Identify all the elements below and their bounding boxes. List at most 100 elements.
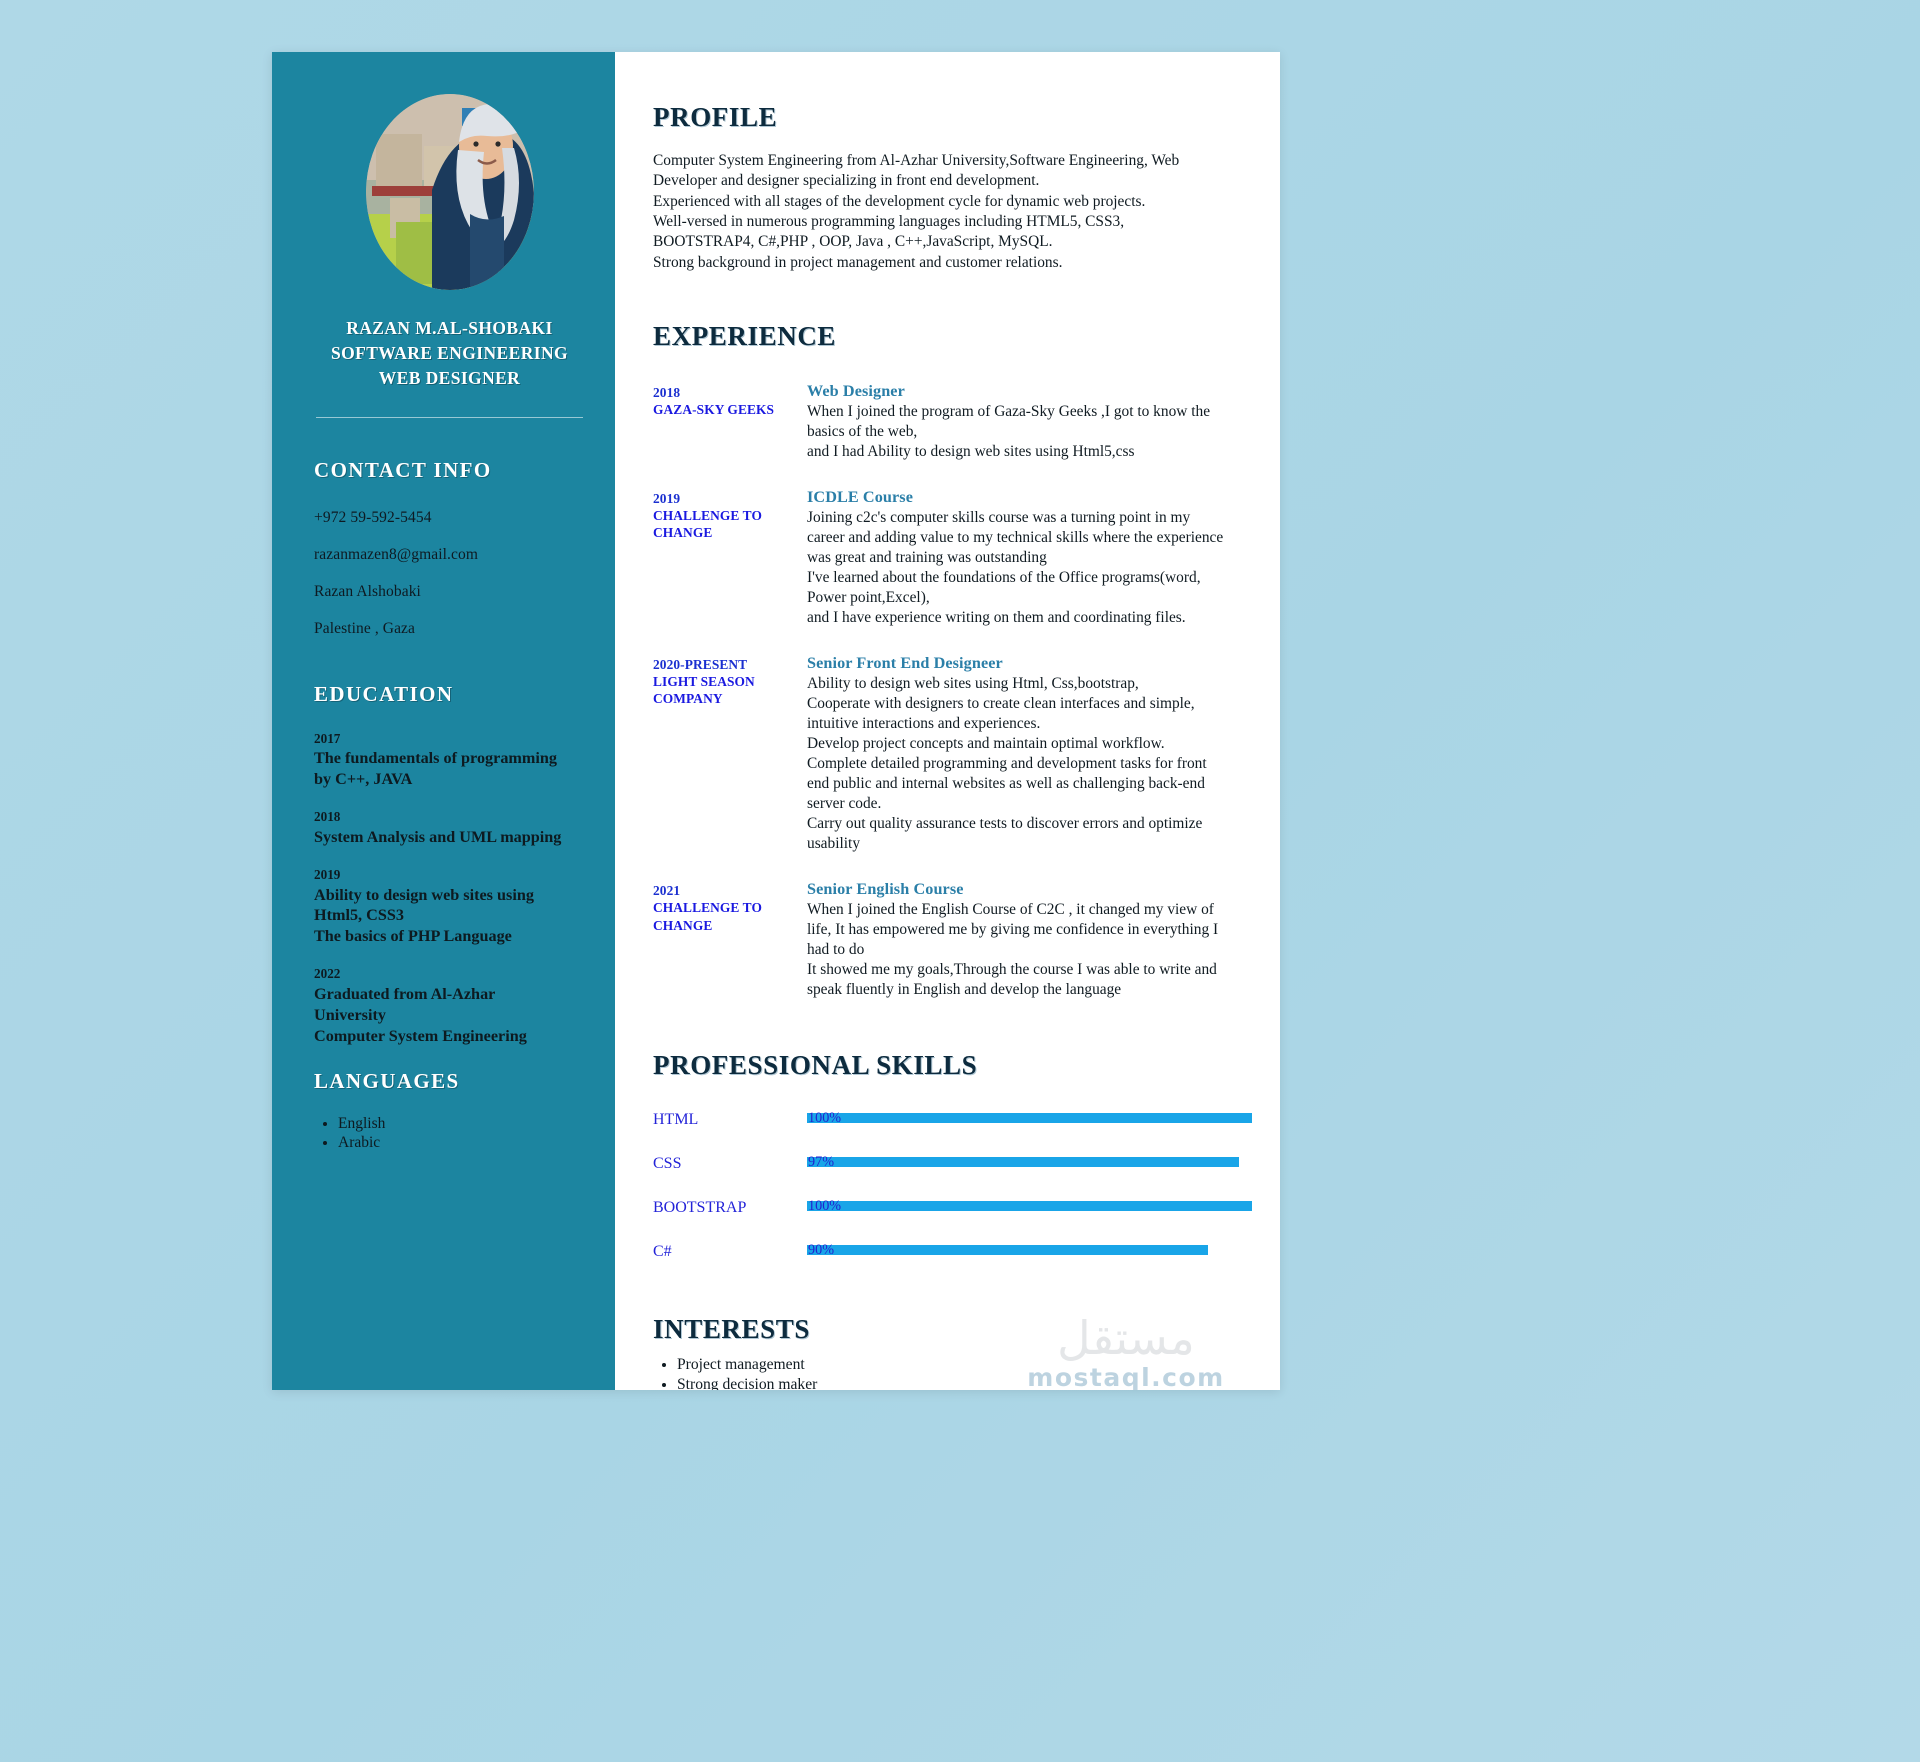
experience-line: Power point,Excel), (807, 589, 930, 607)
education-item: 2019 Ability to design web sites using H… (314, 865, 585, 947)
candidate-name: RAZAN M.AL-SHOBAKI (346, 318, 553, 338)
experience-description: When I joined the program of Gaza-Sky Ge… (807, 402, 1252, 462)
experience-line: Complete detailed programming and develo… (807, 755, 1207, 773)
experience-company: CHANGE (653, 525, 713, 541)
skill-row: BOOTSTRAP 100% (653, 1196, 1252, 1218)
experience-meta: 2020-PRESENT LIGHT SEASON COMPANY (653, 654, 807, 854)
experience-line: career and adding value to my technical … (807, 529, 1224, 547)
candidate-field: SOFTWARE ENGINEERING (330, 342, 568, 363)
skill-bar-fill (807, 1245, 1208, 1256)
experience-meta: 2019 CHALLENGE TO CHANGE (653, 488, 807, 628)
contact-location: Palestine , Gaza (314, 619, 416, 637)
skill-row: HTML 100% (653, 1108, 1252, 1130)
profile-line: Developer and designer specializing in f… (653, 172, 1040, 190)
education-line: Html5, CSS3 (314, 906, 404, 925)
candidate-role: WEB DESIGNER (378, 367, 521, 388)
experience-item: 2019 CHALLENGE TO CHANGE ICDLE Course Jo… (653, 488, 1252, 628)
experience-year: 2018 (653, 384, 681, 400)
skill-bar-fill (807, 1113, 1252, 1124)
experience-line: When I joined the English Course of C2C … (807, 901, 1214, 919)
experience-company: COMPANY (653, 691, 723, 707)
education-line: by C++, JAVA (314, 770, 413, 789)
contact-info-heading: CONTACT INFO (314, 457, 492, 482)
experience-line: Carry out quality assurance tests to dis… (807, 815, 1203, 833)
profile-line: Strong background in project management … (653, 253, 1063, 271)
experience-meta: 2018 GAZA-SKY GEEKS (653, 382, 807, 462)
profile-photo-icon (365, 94, 534, 290)
education-line: Ability to design web sites using (314, 885, 534, 904)
experience-line: Joining c2c's computer skills course was… (807, 509, 1191, 527)
profile-heading: PROFILE (653, 102, 778, 132)
skill-percent: 90% (808, 1242, 835, 1259)
interests-list: Project management Strong decision maker… (677, 1355, 1252, 1390)
experience-line: It showed me my goals,Through the course… (807, 961, 1217, 979)
experience-description: Joining c2c's computer skills course was… (807, 508, 1252, 628)
education-line: The basics of PHP Language (314, 927, 512, 946)
contact-phone: +972 59-592-5454 (314, 508, 432, 526)
skill-bar-fill (807, 1201, 1252, 1212)
education-line: The fundamentals of programming (314, 749, 557, 768)
interests-heading: INTERESTS (653, 1314, 810, 1345)
education-line: Graduated from Al-Azhar (314, 985, 496, 1004)
experience-line: When I joined the program of Gaza-Sky Ge… (807, 402, 1211, 420)
experience-item: 2018 GAZA-SKY GEEKS Web Designer When I … (653, 382, 1252, 462)
candidate-name-block: RAZAN M.AL-SHOBAKI SOFTWARE ENGINEERING … (314, 316, 585, 391)
experience-line: had to do (807, 941, 865, 959)
sidebar: RAZAN M.AL-SHOBAKI SOFTWARE ENGINEERING … (272, 52, 615, 1390)
experience-line: server code. (807, 795, 882, 813)
experience-title: ICDLE Course (807, 488, 913, 507)
experience-detail: Senior Front End Designeer Ability to de… (807, 654, 1252, 854)
experience-line: Develop project concepts and maintain op… (807, 735, 1165, 753)
skill-percent: 97% (808, 1154, 835, 1171)
experience-company: CHANGE (653, 917, 713, 933)
skill-bar-fill (807, 1157, 1239, 1168)
education-year: 2018 (314, 809, 341, 825)
experience-detail: ICDLE Course Joining c2c's computer skil… (807, 488, 1252, 628)
experience-year: 2020-PRESENT (653, 657, 748, 673)
experience-line: life, It has empowered me by giving me c… (807, 921, 1219, 939)
experience-line: I've learned about the foundations of th… (807, 569, 1201, 587)
avatar (365, 94, 534, 290)
experience-line: Cooperate with designers to create clean… (807, 695, 1195, 713)
profile-line: BOOTSTRAP4, C#,PHP , OOP, Java , C++,Jav… (653, 233, 1053, 251)
experience-title: Web Designer (807, 381, 905, 400)
list-item: Arabic (338, 1133, 585, 1153)
experience-year: 2021 (653, 883, 681, 899)
languages-list: English Arabic (338, 1114, 585, 1153)
experience-line: usability (807, 835, 861, 853)
experience-item: 2020-PRESENT LIGHT SEASON COMPANY Senior… (653, 654, 1252, 854)
list-item: English (338, 1114, 585, 1134)
experience-detail: Senior English Course When I joined the … (807, 880, 1252, 1000)
skill-bar-track: 97% (807, 1152, 1252, 1174)
experience-company: CHALLENGE TO (653, 900, 762, 916)
education-item: 2017 The fundamentals of programming by … (314, 729, 585, 791)
skill-bar-track: 100% (807, 1108, 1252, 1130)
education-year: 2017 (314, 730, 341, 746)
languages-heading: LANGUAGES (314, 1068, 460, 1093)
contact-social: Razan Alshobaki (314, 582, 421, 600)
experience-description: Ability to design web sites using Html, … (807, 674, 1252, 854)
profile-line: Experienced with all stages of the devel… (653, 192, 1146, 210)
education-line: University (314, 1005, 386, 1024)
skill-row: C# 90% (653, 1240, 1252, 1262)
list-item: Strong decision maker (677, 1375, 1252, 1390)
experience-line: basics of the web, (807, 422, 918, 440)
experience-item: 2021 CHALLENGE TO CHANGE Senior English … (653, 880, 1252, 1000)
profile-line: Computer System Engineering from Al-Azha… (653, 152, 1180, 169)
contact-email[interactable]: razanmazen8@gmail.com (314, 546, 585, 564)
education-item: 2018 System Analysis and UML mapping (314, 807, 585, 848)
skill-row: CSS 97% (653, 1152, 1252, 1174)
education-year: 2019 (314, 866, 341, 882)
list-item: Project management (677, 1355, 1252, 1374)
professional-skills-heading: PROFESSIONAL SKILLS (653, 1050, 978, 1081)
education-year: 2022 (314, 966, 341, 982)
profile-body: Computer System Engineering from Al-Azha… (653, 151, 1252, 273)
experience-line: Ability to design web sites using Html, … (807, 675, 1139, 693)
experience-line: end public and internal websites as well… (807, 775, 1205, 793)
experience-line: speak fluently in English and develop th… (807, 981, 1122, 999)
experience-line: and I have experience writing on them an… (807, 609, 1186, 627)
experience-line: was great and training was outstanding (807, 549, 1047, 567)
page-background: RAZAN M.AL-SHOBAKI SOFTWARE ENGINEERING … (0, 0, 1920, 1762)
experience-title: Senior Front End Designeer (807, 654, 1003, 673)
experience-line: intuitive interactions and experiences. (807, 715, 1041, 733)
